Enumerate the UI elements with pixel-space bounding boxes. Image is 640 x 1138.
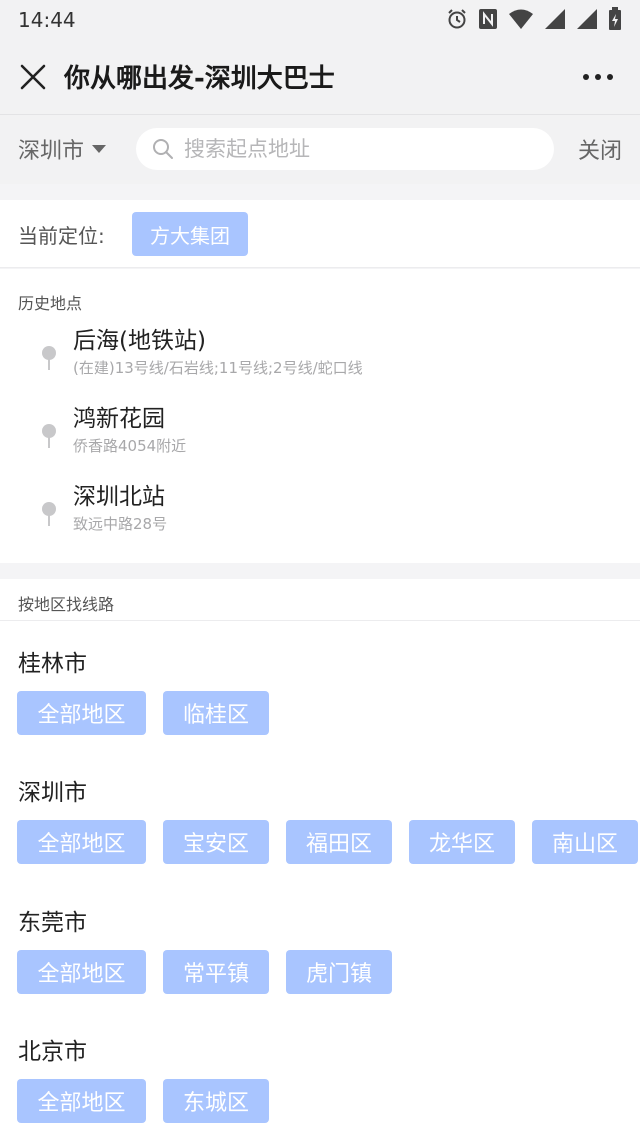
close-search-button[interactable]: 关闭 [578,133,622,165]
more-icon [583,74,613,80]
history-item-address: 侨香路4054附近 [73,437,187,455]
battery-icon [609,7,621,30]
district-chip[interactable]: 虎门镇 [286,950,392,994]
regions-section: 按地区找线路 桂林市 全部地区 临桂区 深圳市 全部地区 宝安区 福田区 龙华区… [0,579,640,1138]
signal-icon [577,9,597,29]
district-chip[interactable]: 南山区 [532,820,638,864]
district-chip-row: 全部地区 常平镇 虎门镇 [17,950,392,994]
district-chip[interactable]: 东城区 [163,1079,269,1123]
caret-down-icon [92,145,107,153]
search-box[interactable] [136,128,554,170]
district-chip[interactable]: 福田区 [286,820,392,864]
search-icon [153,139,173,159]
region-group-beijing: 北京市 全部地区 东城区 [0,1032,640,1138]
district-chip-row: 全部地区 东城区 [17,1079,269,1123]
page-title: 你从哪出发-深圳大巴士 [64,64,335,94]
district-chip[interactable]: 龙华区 [409,820,515,864]
city-select-label: 深圳市 [18,139,85,164]
location-pin-icon [42,502,56,526]
history-item[interactable]: 鸿新花园 侨香路4054附近 [0,399,640,475]
history-item-address: 致远中路28号 [73,515,168,533]
district-chip[interactable]: 全部地区 [17,1079,146,1123]
close-button[interactable] [16,60,50,94]
city-select[interactable]: 深圳市 [18,131,107,167]
current-location-chip[interactable]: 方大集团 [132,212,248,256]
history-title: 历史地点 [18,294,83,313]
status-bar: 14:44 [0,0,640,40]
location-pin-icon [42,346,56,370]
region-city: 深圳市 [18,780,87,806]
district-chip[interactable]: 宝安区 [163,820,269,864]
history-item-name: 鸿新花园 [73,406,165,432]
district-chip-row: 全部地区 宝安区 福田区 龙华区 南山区 [17,820,638,864]
region-city: 北京市 [18,1039,87,1065]
regions-title: 按地区找线路 [18,595,115,614]
region-group-shenzhen: 深圳市 全部地区 宝安区 福田区 龙华区 南山区 [0,773,640,903]
history-section: 历史地点 后海(地铁站) (在建)13号线/石岩线;11号线;2号线/蛇口线 鸿… [0,269,640,563]
district-chip[interactable]: 常平镇 [163,950,269,994]
status-icons [446,7,622,30]
regions-header: 按地区找线路 [0,579,640,621]
district-chip[interactable]: 临桂区 [163,691,269,735]
current-location: 当前定位: 方大集团 [0,200,640,268]
district-chip[interactable]: 全部地区 [17,820,146,864]
region-group-dongguan: 东莞市 全部地区 常平镇 虎门镇 [0,903,640,1033]
close-icon [20,64,46,90]
history-item-name: 后海(地铁站) [73,328,206,354]
region-city: 桂林市 [18,651,87,677]
status-time: 14:44 [18,8,76,32]
history-item[interactable]: 深圳北站 致远中路28号 [0,477,640,553]
district-chip-row: 全部地区 临桂区 [17,691,269,735]
current-location-label: 当前定位: [18,224,105,248]
district-chip[interactable]: 全部地区 [17,950,146,994]
nfc-icon [479,9,497,29]
alarm-icon [448,9,466,29]
history-item-address: (在建)13号线/石岩线;11号线;2号线/蛇口线 [73,359,363,377]
title-bar: 你从哪出发-深圳大巴士 [0,40,640,114]
wifi-icon [509,9,533,29]
region-city: 东莞市 [18,910,87,936]
history-item-name: 深圳北站 [73,484,165,510]
search-input[interactable] [184,137,534,161]
more-button[interactable] [578,62,618,92]
location-pin-icon [42,424,56,448]
search-row: 深圳市 关闭 [0,114,640,184]
history-item[interactable]: 后海(地铁站) (在建)13号线/石岩线;11号线;2号线/蛇口线 [0,321,640,397]
region-group-guilin: 桂林市 全部地区 临桂区 [0,644,640,774]
signal-icon [545,9,565,29]
district-chip[interactable]: 全部地区 [17,691,146,735]
